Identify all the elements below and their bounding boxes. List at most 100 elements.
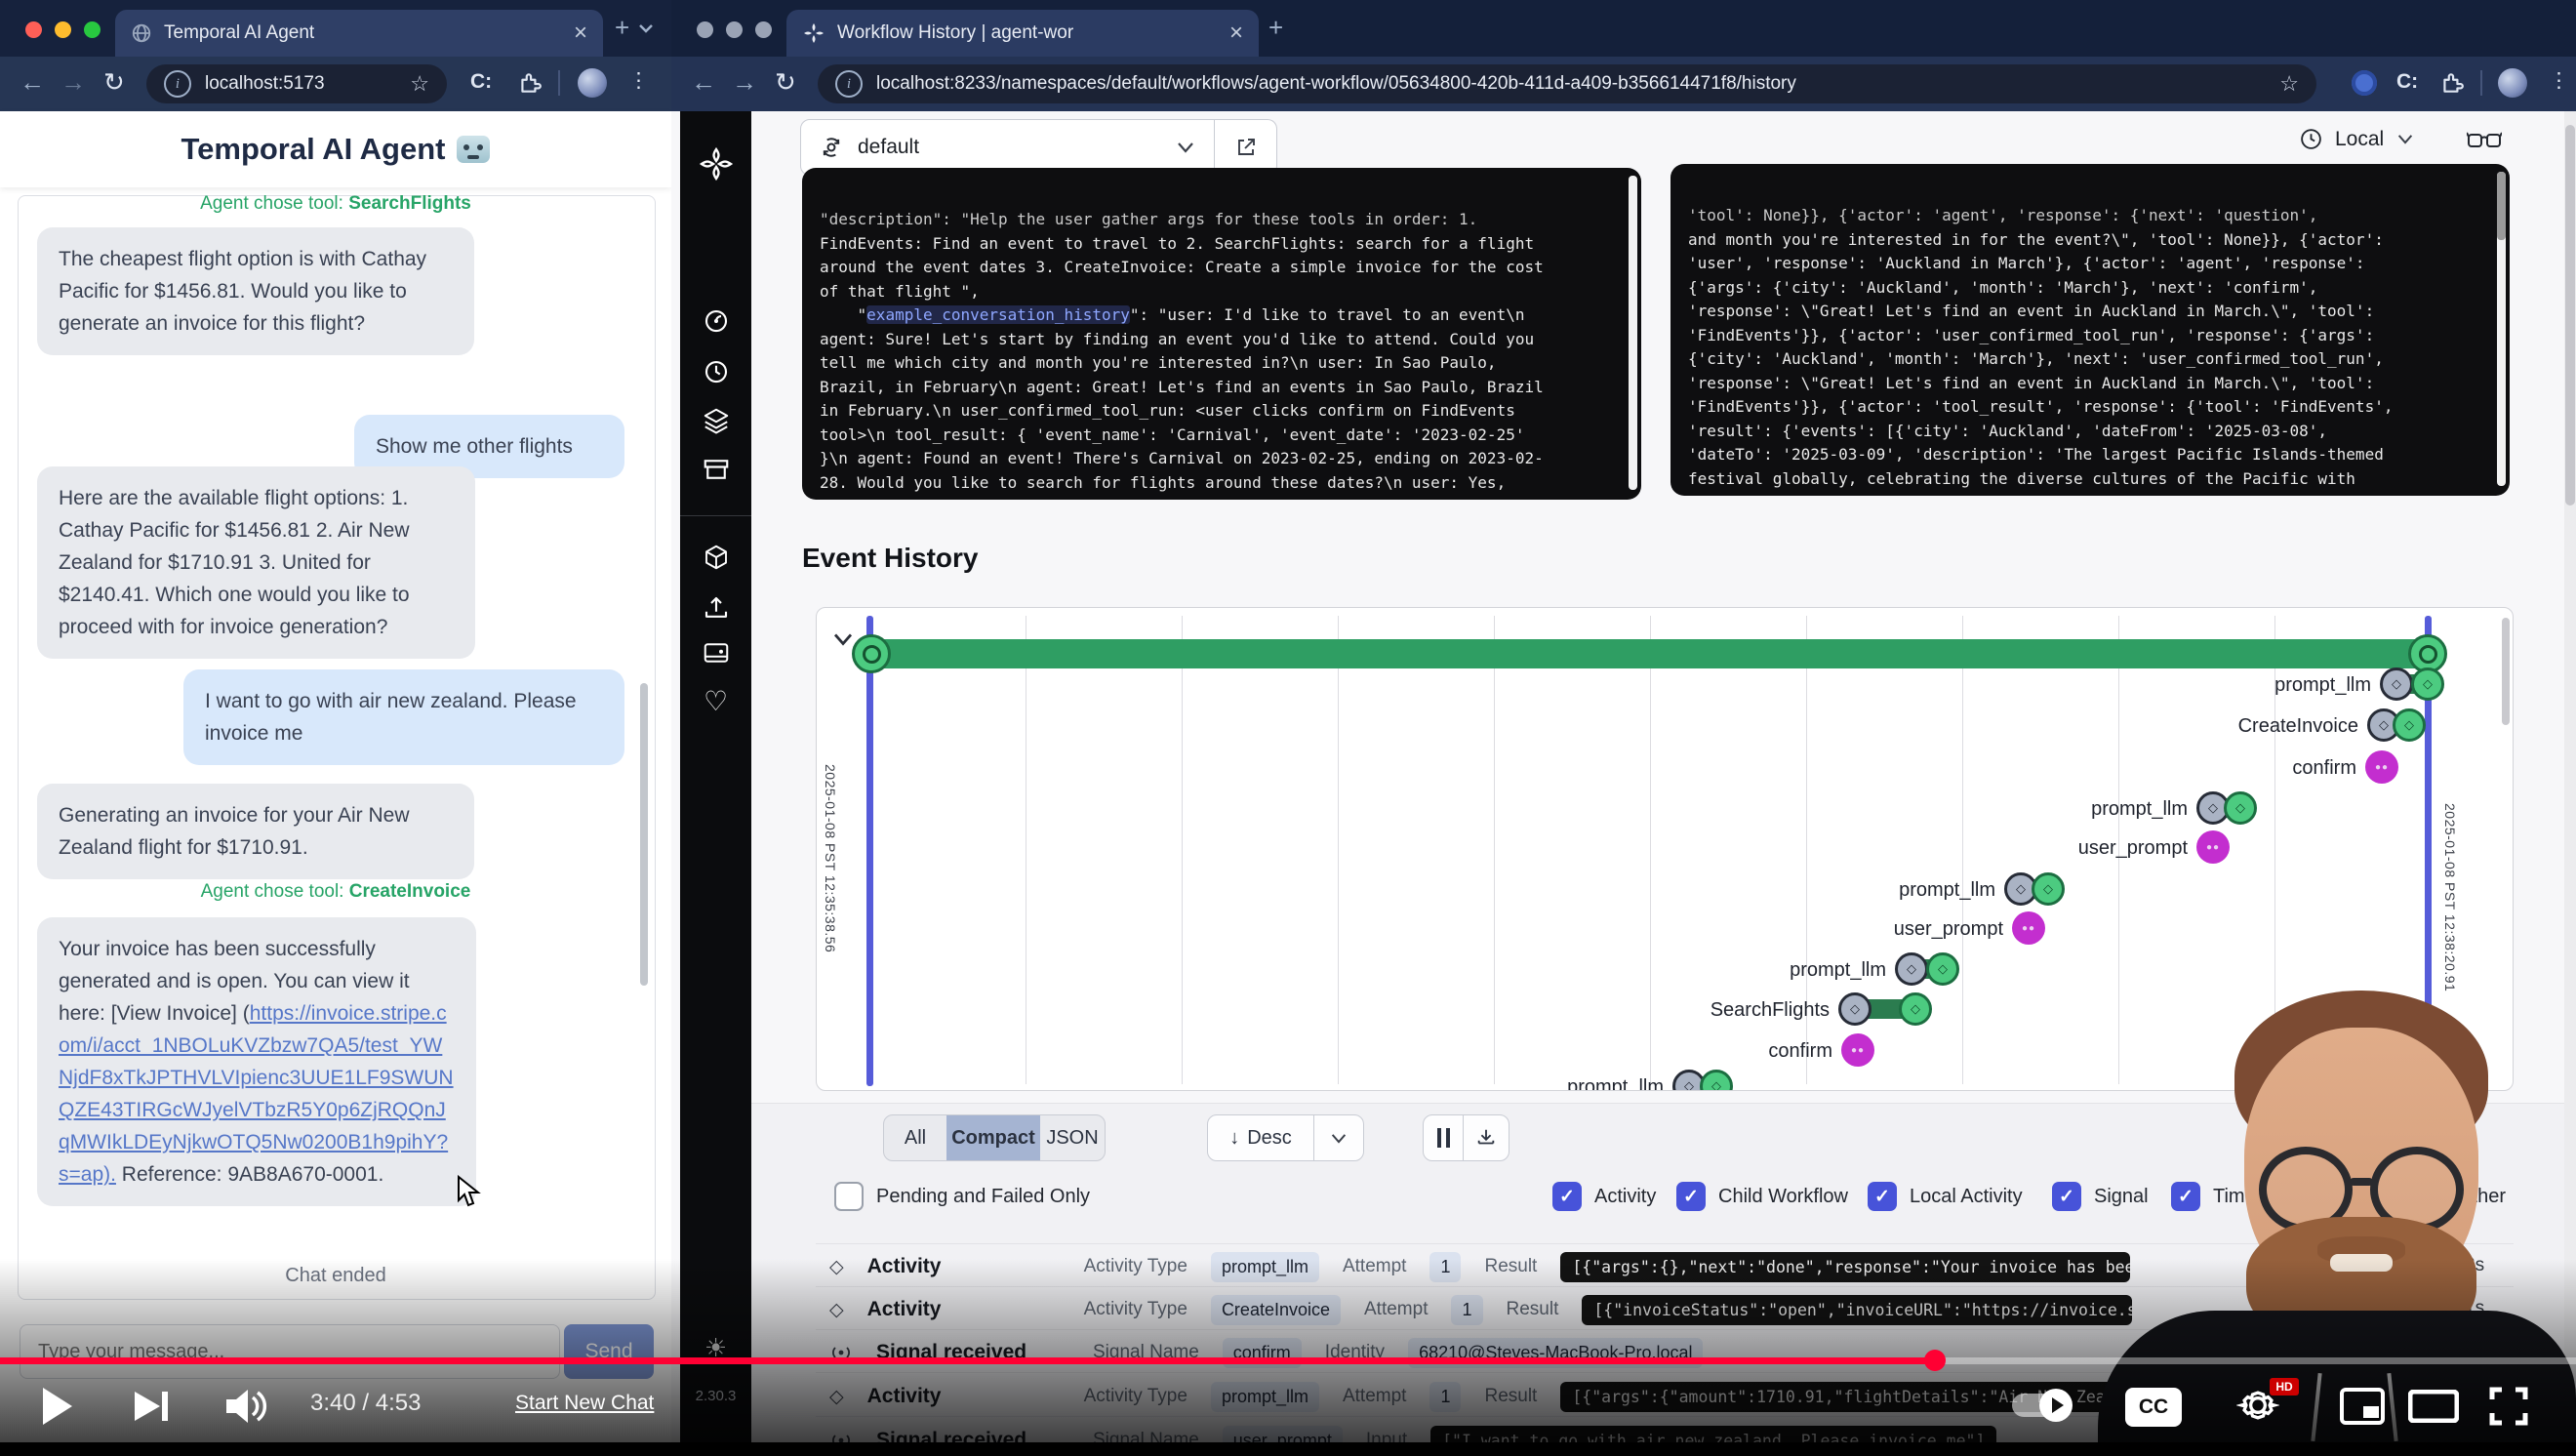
workflow-start-marker[interactable] <box>852 634 891 673</box>
feedback-icon[interactable] <box>680 638 751 672</box>
signal-marker[interactable]: ●● <box>2012 911 2045 945</box>
activity-scheduled-marker[interactable]: ◇ <box>1895 952 1928 986</box>
view-json-tab[interactable]: JSON <box>1040 1115 1105 1160</box>
panel-scroll-thumb[interactable] <box>2497 172 2506 240</box>
pending-failed-filter[interactable]: Pending and Failed Only <box>834 1182 1090 1211</box>
sort-order-control: ↓Desc <box>1207 1114 1364 1161</box>
chat-scrollbar[interactable] <box>640 683 648 986</box>
timezone-select[interactable]: Local <box>2299 127 2415 151</box>
browser-menu-icon[interactable]: ⋮ <box>628 68 649 93</box>
input-payload-panel[interactable]: "description": "Help the user gather arg… <box>802 168 1641 500</box>
checkbox-checked[interactable]: ✓ <box>2052 1182 2081 1211</box>
temporal-logo-icon[interactable] <box>680 146 751 186</box>
checkbox-checked[interactable]: ✓ <box>1552 1182 1582 1211</box>
timeline-event-label: CreateInvoice <box>2238 715 2358 738</box>
filter-local-activity[interactable]: ✓ Local Activity <box>1868 1182 2023 1211</box>
checkbox-checked[interactable]: ✓ <box>1676 1182 1706 1211</box>
profile-avatar[interactable] <box>578 68 607 98</box>
namespaces-icon[interactable] <box>680 543 751 577</box>
extensions-puzzle-icon[interactable] <box>2439 70 2465 96</box>
forward-button[interactable]: → <box>60 67 86 98</box>
filter-child-workflow[interactable]: ✓ Child Workflow <box>1676 1182 1848 1211</box>
miniplayer-button[interactable] <box>2340 1388 2385 1430</box>
back-button[interactable]: ← <box>20 67 45 98</box>
profile-avatar[interactable] <box>2498 68 2527 98</box>
start-new-chat-link[interactable]: Start New Chat <box>515 1392 654 1415</box>
page-scrollbar-thumb[interactable] <box>2565 125 2575 506</box>
filter-activity[interactable]: ✓ Activity <box>1552 1182 1656 1211</box>
browser-menu-icon[interactable]: ⋮ <box>2549 68 2569 93</box>
activity-completed-marker[interactable]: ◇ <box>1700 1070 1733 1091</box>
extensions-puzzle-icon[interactable] <box>517 70 543 96</box>
layers-icon[interactable] <box>680 406 751 440</box>
checkbox-unchecked[interactable] <box>834 1182 864 1211</box>
site-info-icon[interactable]: i <box>164 70 191 98</box>
checkbox-checked[interactable]: ✓ <box>1868 1182 1897 1211</box>
volume-button[interactable] <box>222 1386 267 1432</box>
signal-marker[interactable]: ●● <box>2196 830 2230 864</box>
player-progress-bar[interactable] <box>0 1357 2576 1364</box>
fullscreen-button[interactable] <box>2488 1386 2529 1432</box>
activity-completed-marker[interactable]: ◇ <box>2032 872 2065 906</box>
next-button[interactable] <box>133 1388 172 1430</box>
view-all-tab[interactable]: All <box>884 1115 946 1160</box>
temporal-favicon-icon <box>802 21 825 45</box>
view-compact-tab[interactable]: Compact <box>946 1115 1040 1160</box>
activity-completed-marker[interactable]: ◇ <box>2393 708 2426 742</box>
progress-scrubber[interactable] <box>1924 1350 1946 1371</box>
activity-completed-marker[interactable]: ◇ <box>1899 992 1932 1026</box>
sort-menu-chevron[interactable] <box>1314 1115 1363 1160</box>
autoplay-toggle[interactable] <box>2012 1394 2069 1417</box>
close-tab-icon[interactable]: × <box>1229 20 1243 47</box>
timeline-scrollbar[interactable] <box>2502 618 2510 725</box>
new-tab-button[interactable]: + <box>1268 13 1283 43</box>
new-tab-button[interactable]: + <box>615 13 629 43</box>
address-bar[interactable]: i localhost:5173 ☆ <box>146 64 447 103</box>
zoom-window-button[interactable] <box>84 21 101 38</box>
extension-c-icon[interactable]: C: <box>2396 70 2418 94</box>
close-window-button[interactable] <box>697 21 713 38</box>
pause-updates-button[interactable] <box>1424 1115 1463 1160</box>
back-button[interactable]: ← <box>691 67 716 98</box>
activity-completed-marker[interactable]: ◇ <box>1926 952 1959 986</box>
reload-button[interactable]: ↻ <box>775 67 796 98</box>
browser-tab[interactable]: Workflow History | agent-wor × <box>786 10 1259 57</box>
workflows-icon[interactable] <box>680 306 751 341</box>
labs-heart-icon[interactable]: ♡ <box>680 685 751 717</box>
onepassword-extension-icon[interactable] <box>2352 70 2377 96</box>
browser-tab[interactable]: Temporal AI Agent × <box>115 10 603 57</box>
close-tab-icon[interactable]: × <box>574 20 587 47</box>
address-bar[interactable]: i localhost:8233/namespaces/default/work… <box>818 64 2316 103</box>
collapse-timeline-chevron-icon[interactable] <box>830 631 856 647</box>
signal-marker[interactable]: ●● <box>1841 1033 1874 1067</box>
import-icon[interactable] <box>680 593 751 627</box>
captions-button[interactable]: CC <box>2125 1388 2182 1427</box>
activity-completed-marker[interactable]: ◇ <box>2224 791 2257 825</box>
extension-c-icon[interactable]: C: <box>470 70 492 94</box>
invoice-link[interactable]: https://invoice.stripe.com/i/acct_1NBOLu… <box>59 1002 454 1186</box>
tab-overflow-chevron-icon[interactable] <box>636 21 656 35</box>
reader-glasses-icon[interactable] <box>2467 129 2502 159</box>
signal-marker[interactable]: ●● <box>2365 750 2398 784</box>
forward-button[interactable]: → <box>732 67 757 98</box>
archive-icon[interactable] <box>680 455 751 489</box>
activity-scheduled-marker[interactable]: ◇ <box>2380 667 2413 701</box>
zoom-window-button[interactable] <box>755 21 772 38</box>
panel-scrollbar[interactable] <box>1629 176 1637 490</box>
activity-completed-marker[interactable]: ◇ <box>2411 667 2444 701</box>
theater-mode-button[interactable] <box>2408 1390 2459 1428</box>
close-window-button[interactable] <box>25 21 42 38</box>
schedules-icon[interactable] <box>680 357 751 391</box>
minimize-window-button[interactable] <box>55 21 71 38</box>
bookmark-star-icon[interactable]: ☆ <box>410 71 429 97</box>
sort-desc-button[interactable]: ↓Desc <box>1208 1115 1313 1160</box>
minimize-window-button[interactable] <box>726 21 743 38</box>
reload-button[interactable]: ↻ <box>103 67 125 98</box>
workflow-span-bar[interactable] <box>869 639 2428 668</box>
result-payload-panel[interactable]: 'tool': None}}, {'actor': 'agent', 'resp… <box>1670 164 2510 496</box>
activity-scheduled-marker[interactable]: ◇ <box>1838 992 1872 1026</box>
site-info-icon[interactable]: i <box>835 70 863 98</box>
bookmark-star-icon[interactable]: ☆ <box>2279 71 2299 97</box>
play-button[interactable] <box>43 1388 72 1425</box>
download-history-button[interactable] <box>1464 1115 1509 1160</box>
